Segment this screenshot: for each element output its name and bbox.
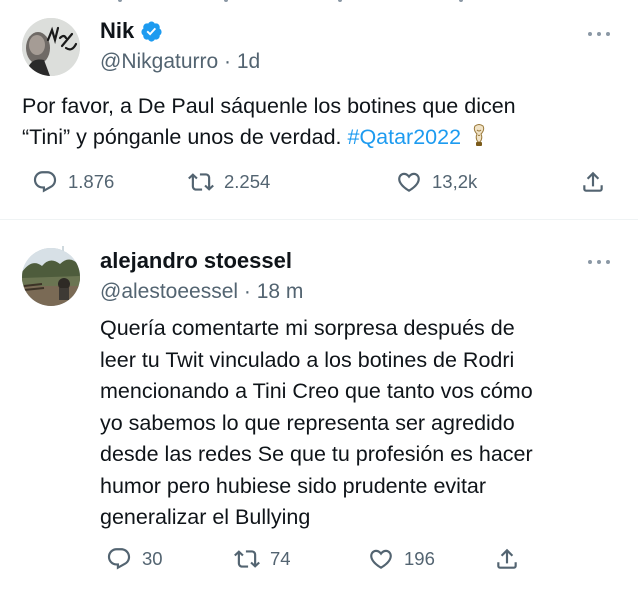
more-icon[interactable]: [588, 258, 612, 266]
hashtag-link[interactable]: #Qatar2022: [347, 125, 461, 149]
share-button[interactable]: [580, 168, 606, 196]
like-icon: [398, 172, 420, 192]
tweet-time[interactable]: 18 m: [257, 280, 304, 303]
share-button[interactable]: [494, 545, 520, 573]
author-handle-line: @Nikgaturro · 1d: [100, 50, 261, 73]
avatar[interactable]: [22, 248, 80, 306]
author-handle[interactable]: @Nikgaturro: [100, 50, 218, 73]
retweet-icon: [188, 173, 214, 191]
tweet-text-line: generalizar el Bullying: [100, 505, 311, 529]
like-count: 13,2k: [432, 171, 478, 192]
tweet-actions: 30 74 196: [106, 545, 618, 573]
tweet-text-line: “Tini” y pónganle unos de verdad. #Qatar…: [22, 122, 622, 153]
tweet-text-line: yo sabemos lo que representa ser agredid…: [100, 410, 515, 435]
reply-button[interactable]: 1.876: [32, 168, 114, 196]
tweet-text-line: mencionando a Tini Creo que tanto vos có…: [100, 379, 533, 403]
author-handle-line: @alestoeessel · 18 m: [100, 280, 304, 303]
retweet-button[interactable]: 2.254: [188, 168, 270, 196]
tweet-text-line: humor pero hubiese sido prudente evitar: [100, 473, 487, 498]
reply-count: 30: [142, 548, 163, 569]
tweet-actions: 1.876 2.254 13,2k: [32, 168, 612, 196]
retweet-icon: [234, 550, 260, 568]
like-count: 196: [404, 548, 435, 569]
tweet-main[interactable]: Nik @Nikgaturro · 1d Por favor, a De Pau…: [0, 0, 638, 219]
share-icon: [583, 171, 603, 192]
reply-icon: [107, 548, 131, 570]
tweet-text: Quería comentarte mi sorpresa después de…: [100, 313, 620, 534]
share-icon: [497, 548, 517, 569]
retweet-count: 2.254: [224, 171, 271, 192]
nik-avatar-image: [22, 18, 80, 76]
avatar[interactable]: [22, 18, 80, 76]
trophy-emoji-icon: [473, 124, 485, 146]
reply-button[interactable]: 30: [106, 545, 163, 573]
tweet-text: Por favor, a De Paul sáquenle los botine…: [22, 91, 622, 153]
tweet-text-line: desde las redes Se que tu profesión es h…: [100, 442, 533, 466]
tweet-text-line: Quería comentarte mi sorpresa después de: [100, 316, 515, 340]
tweet-text-line: Por favor, a De Paul sáquenle los botine…: [22, 94, 516, 118]
tweet-reply[interactable]: alejandro stoessel @alestoeessel · 18 m …: [0, 220, 638, 592]
tweet-text-line: leer tu Twit vinculado a los botines de …: [100, 347, 515, 372]
author-name[interactable]: alejandro stoessel: [100, 248, 292, 274]
retweet-count: 74: [270, 548, 291, 569]
more-icon[interactable]: [588, 30, 612, 38]
like-icon: [370, 549, 392, 569]
tweet-time[interactable]: 1d: [237, 50, 260, 73]
like-button[interactable]: 13,2k: [396, 168, 477, 196]
reply-icon: [33, 171, 57, 193]
retweet-button[interactable]: 74: [234, 545, 291, 573]
author-name[interactable]: Nik: [100, 18, 134, 44]
verified-badge-icon: [141, 21, 162, 42]
like-button[interactable]: 196: [368, 545, 435, 573]
reply-count: 1.876: [68, 171, 115, 192]
alejandro-avatar-image: [22, 248, 80, 306]
author-handle[interactable]: @alestoeessel: [100, 280, 238, 303]
